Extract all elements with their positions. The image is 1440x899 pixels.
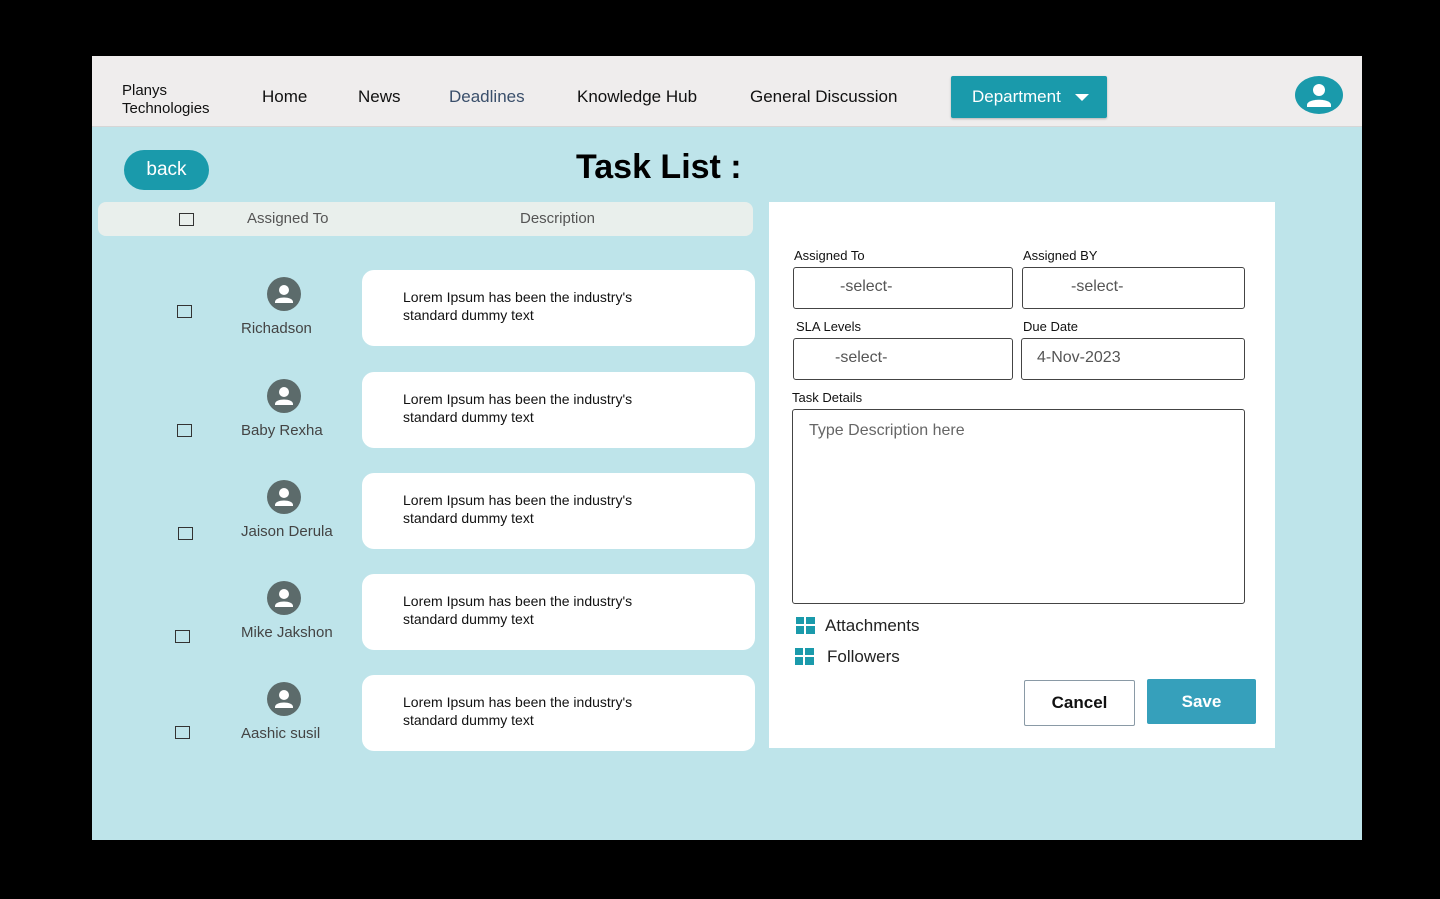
avatar bbox=[267, 277, 301, 311]
description-card[interactable]: Lorem Ipsum has been the industry's stan… bbox=[362, 270, 755, 346]
person-icon bbox=[275, 488, 293, 506]
brand-line-2: Technologies bbox=[122, 100, 210, 117]
header-assigned-to: Assigned To bbox=[247, 210, 329, 227]
header-description: Description bbox=[520, 210, 596, 227]
description-text: Lorem Ipsum has been the industry's stan… bbox=[403, 391, 633, 425]
description-text: Lorem Ipsum has been the industry's stan… bbox=[403, 289, 633, 323]
person-icon bbox=[275, 285, 293, 303]
task-details-textarea[interactable]: Type Description here bbox=[792, 409, 1245, 604]
task-details-label: Task Details bbox=[792, 390, 863, 405]
nav-link-news[interactable]: News bbox=[358, 87, 401, 107]
table-row: Jaison Derula Lorem Ipsum has been the i… bbox=[92, 473, 762, 553]
avatar bbox=[267, 379, 301, 413]
caret-down-icon bbox=[1075, 94, 1089, 101]
assigned-by-select[interactable]: -select- bbox=[1022, 267, 1245, 309]
page-title: Task List : bbox=[576, 148, 742, 186]
brand-logo-text: Planys Technologies bbox=[122, 82, 232, 118]
nav-link-home[interactable]: Home bbox=[262, 87, 307, 107]
department-label: Department bbox=[972, 87, 1061, 106]
due-date-field[interactable]: 4-Nov-2023 bbox=[1021, 338, 1245, 380]
followers-label[interactable]: Followers bbox=[827, 647, 900, 667]
profile-button[interactable] bbox=[1295, 76, 1343, 114]
description-text: Lorem Ipsum has been the industry's stan… bbox=[403, 694, 633, 728]
save-button[interactable]: Save bbox=[1147, 679, 1256, 724]
assigned-to-select[interactable]: -select- bbox=[793, 267, 1013, 309]
attachments-label[interactable]: Attachments bbox=[825, 616, 920, 636]
assignee-name: Mike Jakshon bbox=[241, 624, 333, 641]
due-date-label: Due Date bbox=[1023, 319, 1078, 334]
department-dropdown-button[interactable]: Department bbox=[951, 76, 1107, 118]
assigned-to-label: Assigned To bbox=[794, 248, 865, 263]
nav-link-general-discussion[interactable]: General Discussion bbox=[750, 87, 897, 107]
avatar bbox=[267, 682, 301, 716]
row-checkbox[interactable] bbox=[177, 424, 192, 437]
select-all-checkbox[interactable] bbox=[179, 213, 194, 226]
assignee-name: Jaison Derula bbox=[241, 523, 333, 540]
nav-link-knowledge-hub[interactable]: Knowledge Hub bbox=[577, 87, 697, 107]
back-button[interactable]: back bbox=[124, 150, 209, 190]
assignee-name: Richadson bbox=[241, 320, 312, 337]
row-checkbox[interactable] bbox=[175, 630, 190, 643]
description-card[interactable]: Lorem Ipsum has been the industry's stan… bbox=[362, 372, 755, 448]
table-row: Richadson Lorem Ipsum has been the indus… bbox=[92, 270, 762, 350]
person-icon bbox=[275, 690, 293, 708]
task-list-header: Assigned To Description bbox=[98, 202, 753, 236]
task-form-panel: Assigned To -select- Assigned BY -select… bbox=[769, 202, 1275, 748]
assignee-name: Baby Rexha bbox=[241, 422, 323, 439]
avatar bbox=[267, 581, 301, 615]
avatar bbox=[267, 480, 301, 514]
sla-levels-label: SLA Levels bbox=[796, 319, 862, 334]
description-text: Lorem Ipsum has been the industry's stan… bbox=[403, 492, 633, 526]
description-text: Lorem Ipsum has been the industry's stan… bbox=[403, 593, 633, 627]
row-checkbox[interactable] bbox=[178, 527, 193, 540]
add-attachment-icon[interactable] bbox=[796, 617, 815, 634]
user-icon bbox=[1307, 84, 1331, 107]
person-icon bbox=[275, 589, 293, 607]
assignee-name: Aashic susil bbox=[241, 725, 321, 742]
cancel-button[interactable]: Cancel bbox=[1024, 680, 1135, 726]
assigned-by-label: Assigned BY bbox=[1023, 248, 1098, 263]
person-icon bbox=[275, 387, 293, 405]
nav-link-deadlines[interactable]: Deadlines bbox=[449, 87, 525, 107]
row-checkbox[interactable] bbox=[177, 305, 192, 318]
description-card[interactable]: Lorem Ipsum has been the industry's stan… bbox=[362, 675, 755, 751]
add-follower-icon[interactable] bbox=[795, 648, 814, 665]
brand-line-1: Planys bbox=[122, 82, 168, 99]
table-row: Baby Rexha Lorem Ipsum has been the indu… bbox=[92, 372, 762, 452]
description-card[interactable]: Lorem Ipsum has been the industry's stan… bbox=[362, 473, 755, 549]
description-card[interactable]: Lorem Ipsum has been the industry's stan… bbox=[362, 574, 755, 650]
table-row: Aashic susil Lorem Ipsum has been the in… bbox=[92, 675, 762, 755]
table-row: Mike Jakshon Lorem Ipsum has been the in… bbox=[92, 574, 762, 654]
row-checkbox[interactable] bbox=[175, 726, 190, 739]
app-window: Planys Technologies Home News Deadlines … bbox=[92, 56, 1362, 840]
top-navbar: Planys Technologies Home News Deadlines … bbox=[92, 56, 1362, 127]
sla-levels-select[interactable]: -select- bbox=[793, 338, 1013, 380]
